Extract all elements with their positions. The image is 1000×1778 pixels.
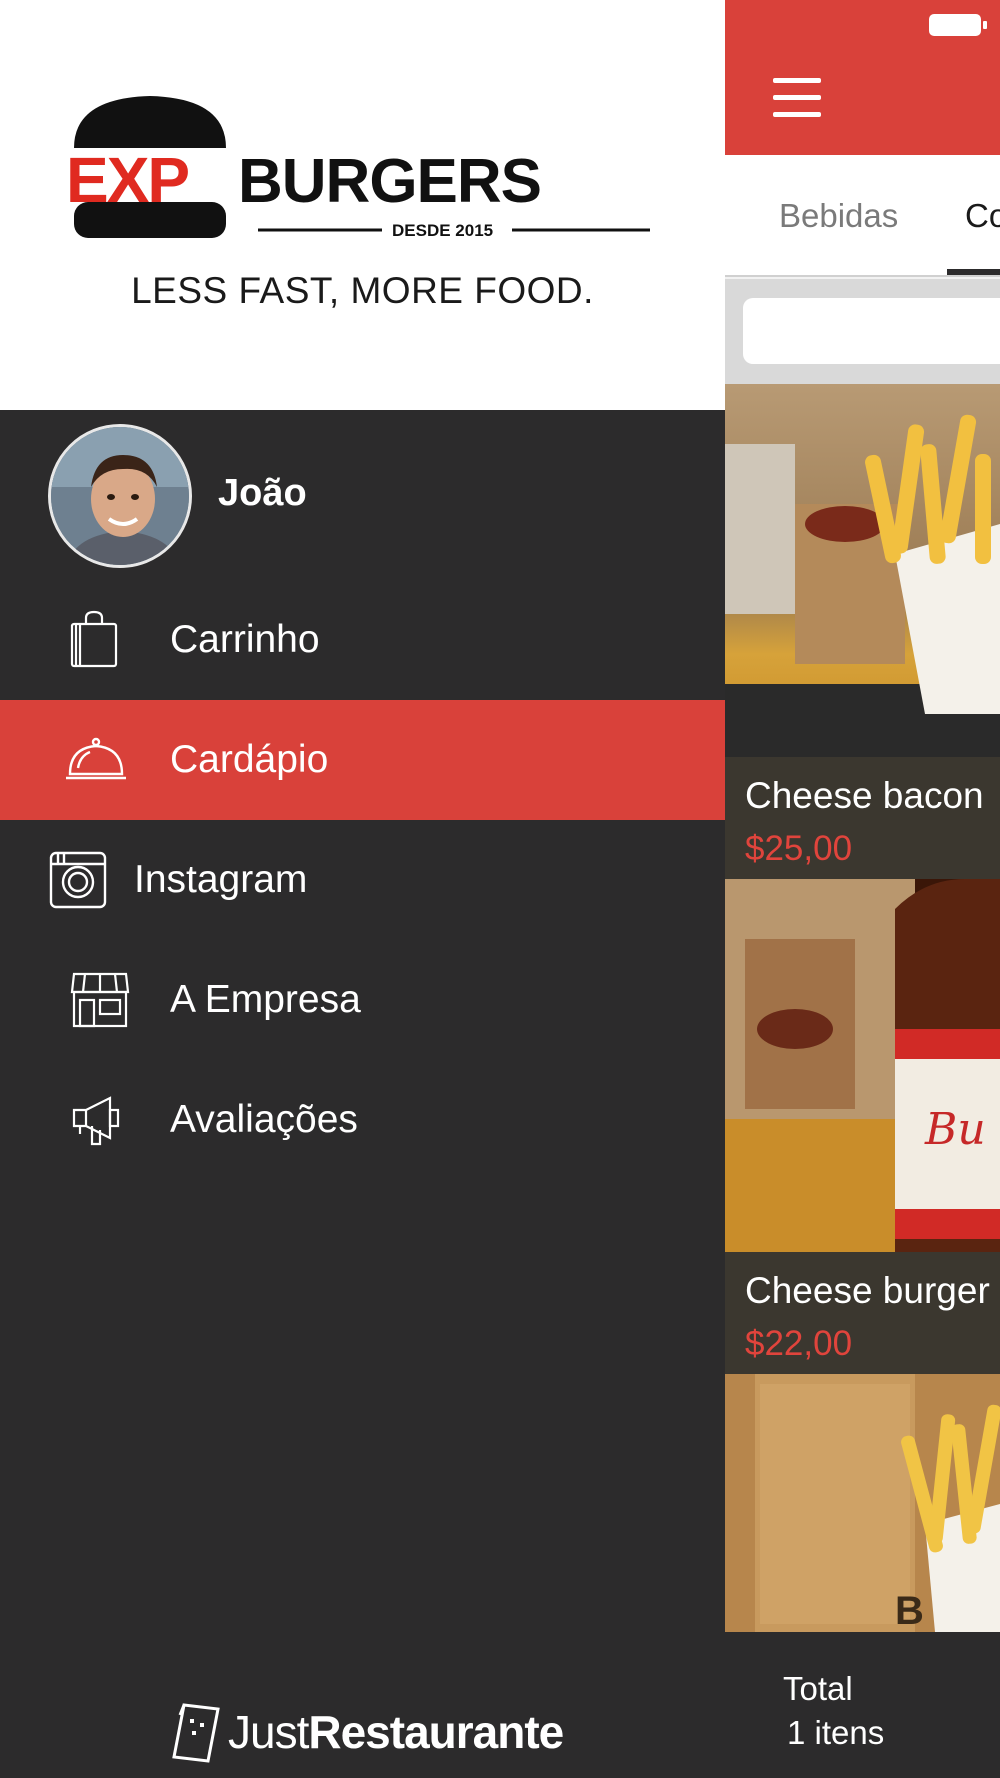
product-photo-fries-box: B: [725, 1374, 1000, 1632]
menu-item-instagram[interactable]: Instagram: [0, 820, 725, 940]
user-profile[interactable]: João: [0, 410, 725, 580]
shopping-bag-icon: [70, 610, 118, 668]
product-name: Cheese burger: [745, 1270, 990, 1311]
brand-tagline: LESS FAST, MORE FOOD.: [131, 270, 594, 311]
svg-text:Bu: Bu: [924, 1104, 986, 1155]
product-info: Cheese bacon $25,00: [725, 757, 1000, 879]
menu-label: A Empresa: [170, 978, 361, 1021]
battery-icon: [929, 14, 981, 36]
justrestaurante-logo: JustRestaurante: [170, 1700, 564, 1764]
user-name: João: [218, 472, 307, 514]
instagram-icon: [49, 851, 107, 909]
drawer-header: EXP BURGERS DESDE 2015 LESS FAST, MORE F…: [0, 0, 725, 410]
product-name: Cheese bacon: [745, 775, 984, 816]
product-price: $22,00: [745, 1324, 853, 1363]
product-photo-beer: Bu: [725, 879, 1000, 1254]
search-input[interactable]: [743, 298, 1000, 364]
top-bar: [725, 0, 1000, 155]
food-cloche-icon: [66, 737, 126, 780]
menu-item-empresa[interactable]: A Empresa: [0, 940, 725, 1060]
product-card[interactable]: Bu Cheese burger $22,00: [725, 879, 1000, 1374]
tab-combos[interactable]: Co: [965, 197, 1000, 235]
product-card[interactable]: Cheese bacon $25,00: [725, 384, 1000, 879]
menu-label: Instagram: [134, 858, 308, 901]
megaphone-icon: [72, 1096, 120, 1146]
brand-name-bold: Restaurante: [308, 1706, 564, 1758]
logo-burgers-text: BURGERS: [238, 147, 541, 216]
exp-burgers-logo: EXP BURGERS DESDE 2015: [66, 96, 650, 240]
logo-exp-text: EXP: [66, 144, 188, 216]
app-screen: Bebidas Co Cheese bacon $25,00 Bu Cheese…: [0, 0, 1000, 1778]
search-bar: [725, 279, 1000, 384]
cart-items-count: 1 itens: [787, 1714, 885, 1751]
product-card[interactable]: B: [725, 1374, 1000, 1632]
active-tab-indicator: [947, 269, 1000, 275]
svg-text:B: B: [895, 1589, 924, 1632]
menu-label: Cardápio: [170, 738, 329, 781]
product-photo-fries: [725, 384, 1000, 759]
navigation-drawer: EXP BURGERS DESDE 2015 LESS FAST, MORE F…: [0, 0, 725, 1778]
hamburger-menu-icon[interactable]: [773, 78, 821, 118]
category-tabs: Bebidas Co: [725, 155, 1000, 277]
menu-item-carrinho[interactable]: Carrinho: [0, 580, 725, 700]
cart-summary-bar[interactable]: Total 1 itens: [725, 1632, 1000, 1778]
battery-tip: [983, 21, 987, 29]
product-info: Cheese burger $22,00: [725, 1252, 1000, 1374]
menu-label: Carrinho: [170, 618, 320, 661]
storefront-icon: [70, 972, 130, 1028]
avatar-photo: [51, 427, 189, 565]
menu-card-icon: [172, 1703, 220, 1763]
menu-item-cardapio[interactable]: Cardápio: [0, 700, 725, 820]
brand-name-light: Just: [228, 1706, 309, 1758]
menu-label: Avaliações: [170, 1098, 358, 1141]
product-price: $25,00: [745, 829, 853, 868]
logo-since-text: DESDE 2015: [392, 221, 493, 240]
menu-content: Bebidas Co Cheese bacon $25,00 Bu Cheese…: [725, 0, 1000, 1778]
brand-name: JustRestaurante: [228, 1705, 564, 1759]
avatar[interactable]: [48, 424, 192, 568]
cart-total-label: Total: [783, 1670, 853, 1707]
tab-bebidas[interactable]: Bebidas: [779, 197, 898, 235]
menu-item-avaliacoes[interactable]: Avaliações: [0, 1060, 725, 1180]
